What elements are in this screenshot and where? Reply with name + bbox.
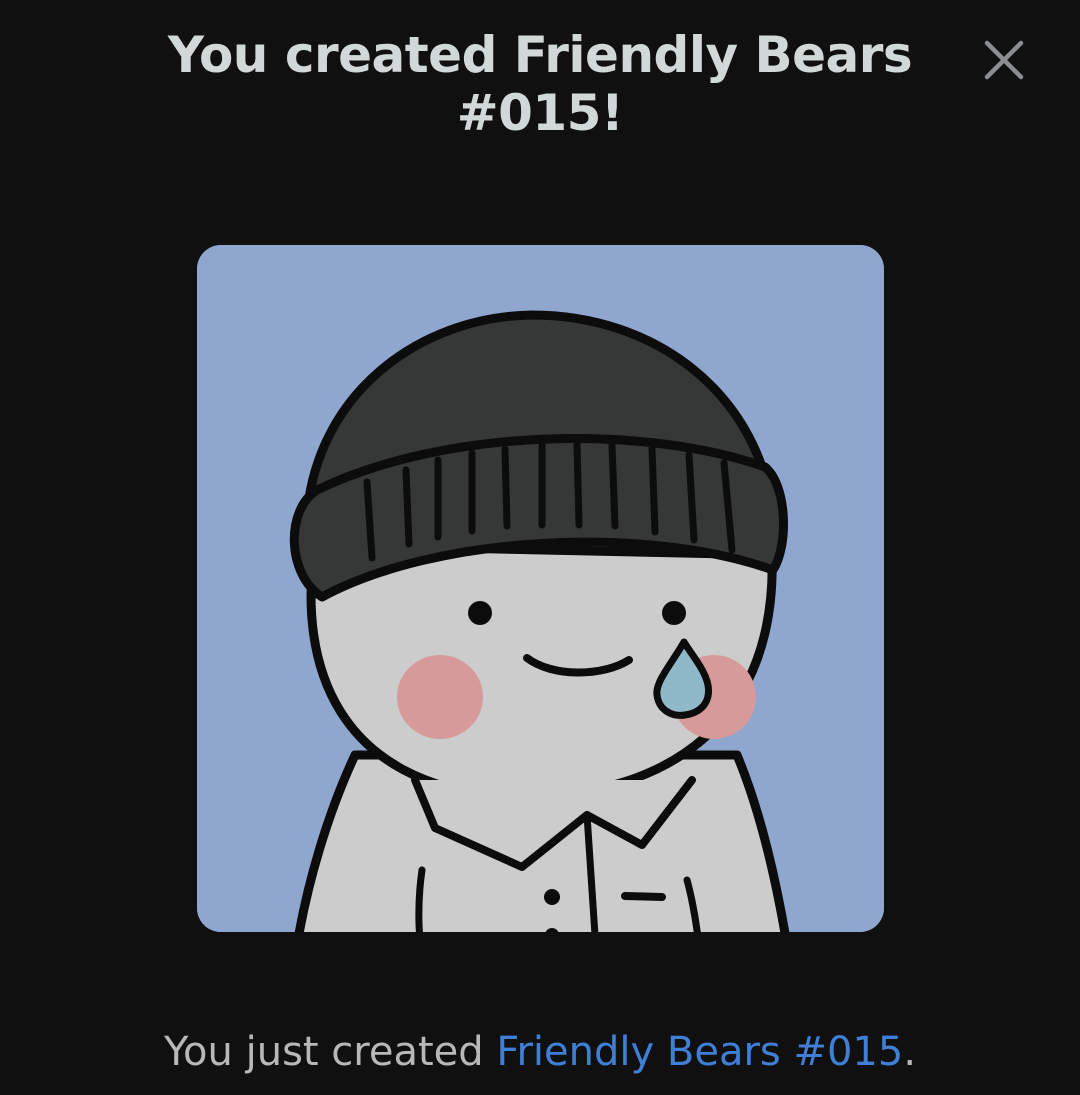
caption-prefix: You just created bbox=[163, 1029, 497, 1075]
modal-title: You created Friendly Bears #015! bbox=[167, 26, 913, 142]
close-button[interactable] bbox=[980, 36, 1028, 84]
bear-illustration bbox=[197, 245, 884, 932]
creation-caption: You just created Friendly Bears #015. bbox=[0, 1024, 1080, 1080]
nft-image bbox=[197, 245, 884, 932]
creation-success-modal: You created Friendly Bears #015! You jus… bbox=[0, 0, 1080, 1095]
close-icon bbox=[984, 40, 1024, 80]
nft-link[interactable]: Friendly Bears #015 bbox=[496, 1029, 903, 1075]
caption-suffix: . bbox=[903, 1029, 917, 1075]
